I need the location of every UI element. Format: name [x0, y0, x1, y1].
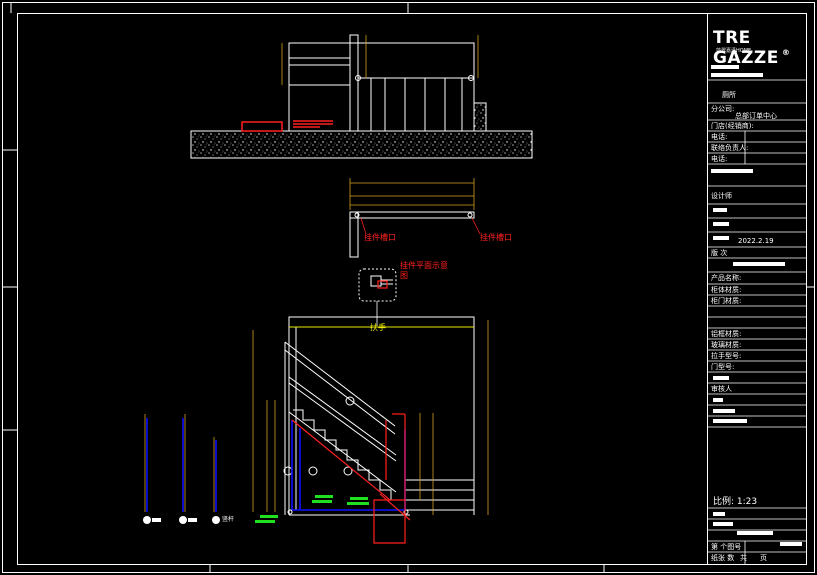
brand-sub: 莎翠嘉泽HOME	[716, 48, 752, 54]
door-type-label: 门型号:	[711, 363, 735, 371]
reviewer-label: 审核人	[711, 385, 732, 393]
sheet-frame	[2, 2, 815, 573]
scale-label: 比例: 1:23	[713, 497, 758, 507]
annotation-handrail: 扶手	[370, 323, 386, 332]
annotation-slot-left: 挂件槽口	[364, 233, 396, 242]
page-label: 纸张 数	[711, 554, 735, 562]
tel-label-1: 电话:	[711, 133, 728, 141]
company-label: 分公司:	[711, 105, 735, 113]
date-value: 2022.2.19	[738, 237, 774, 245]
space-name: 厕所	[722, 91, 736, 99]
store-label: 门店(经销商):	[711, 122, 754, 130]
glass-label: 玻璃材质:	[711, 341, 742, 349]
tel-label-2: 电话:	[711, 155, 728, 163]
post-legend-3: 竖杆	[222, 516, 235, 523]
cad-drawing-canvas	[2, 2, 815, 573]
page-count: 页	[760, 554, 767, 562]
cabinet-label: 柜体材质:	[711, 286, 742, 294]
annotation-plan: 挂件平面示意图	[400, 261, 448, 280]
designer-label: 设计师	[711, 192, 732, 200]
stair-elevation	[143, 316, 489, 544]
brand-mark: ®	[781, 48, 791, 57]
version-label: 版 次	[711, 249, 728, 257]
annotation-slot-right: 挂件槽口	[480, 233, 512, 242]
page-box-label: 共	[740, 554, 747, 562]
frame-label: 铝框材质:	[711, 330, 742, 338]
contact-label: 联络负责人:	[711, 144, 749, 152]
handle-label: 拉手型号:	[711, 352, 742, 360]
door-label: 柜门材质:	[711, 297, 742, 305]
sheet-label: 第 个图号	[711, 543, 742, 551]
floor-slab	[190, 130, 533, 159]
title-block-grid	[708, 79, 806, 564]
floor-step	[473, 102, 487, 132]
top-elevation	[190, 34, 533, 159]
middle-section	[349, 178, 481, 326]
product-label: 产品名称:	[711, 274, 742, 282]
company-value: 总部订单中心	[735, 112, 777, 120]
